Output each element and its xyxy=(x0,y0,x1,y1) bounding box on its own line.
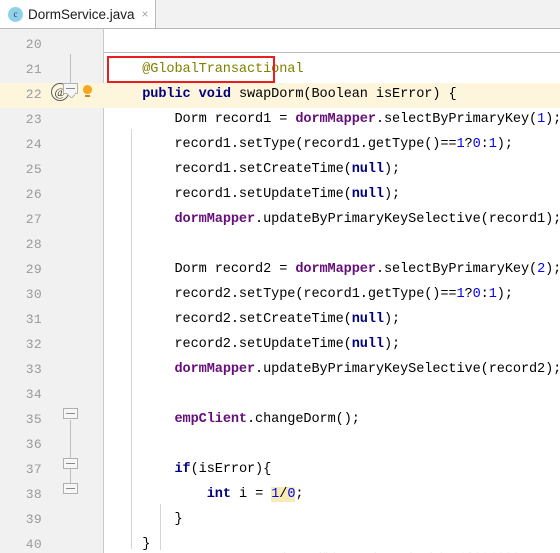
fold-region-line xyxy=(70,54,71,84)
line-number: 30 xyxy=(25,287,42,302)
code-line[interactable]: 31 record2.setCreateTime(null); xyxy=(0,308,560,333)
line-number: 21 xyxy=(25,62,42,77)
indent-guide xyxy=(131,129,132,549)
indent-guide xyxy=(160,504,161,550)
code-line[interactable]: 37 if(isError){ xyxy=(0,458,560,483)
annotation-highlight-box xyxy=(107,56,275,83)
code-line[interactable]: 34 xyxy=(0,383,560,408)
error-expression-highlight: 1/0 xyxy=(271,487,296,502)
line-number: 39 xyxy=(25,512,42,527)
line-number: 38 xyxy=(25,487,42,502)
editor-tab-bar: c DormService.java × xyxy=(0,0,560,29)
code-line[interactable]: 21 @GlobalTransactional xyxy=(0,58,560,83)
line-number: 33 xyxy=(25,362,42,377)
line-number: 28 xyxy=(25,237,42,252)
code-text: dormMapper.updateByPrimaryKeySelective(r… xyxy=(174,362,560,377)
code-text: record2.setUpdateTime(null); xyxy=(110,337,401,352)
line-number: 27 xyxy=(25,212,42,227)
fold-marker-block-39[interactable] xyxy=(63,458,78,473)
code-text: record2.setCreateTime(null); xyxy=(110,312,401,327)
line-number: 24 xyxy=(25,137,42,152)
line-number: 26 xyxy=(25,187,42,202)
code-line[interactable]: 38 int i = 1/0; xyxy=(0,483,560,508)
lightbulb-icon[interactable] xyxy=(83,85,92,97)
code-text: Dorm record1 = dormMapper.selectByPrimar… xyxy=(110,112,560,127)
code-line[interactable]: 32 record2.setUpdateTime(null); xyxy=(0,333,560,358)
code-editor[interactable]: 20 21 @GlobalTransactional 22 public void … xyxy=(0,29,560,553)
code-line[interactable]: 30 record2.setType(record1.getType()==1?… xyxy=(0,283,560,308)
code-line[interactable]: 26 record1.setUpdateTime(null); xyxy=(0,183,560,208)
line-number: 35 xyxy=(25,412,42,427)
code-line[interactable]: 29 Dorm record2 = dormMapper.selectByPri… xyxy=(0,258,560,283)
close-icon[interactable]: × xyxy=(142,8,149,20)
code-line[interactable]: 20 xyxy=(0,33,560,58)
fold-marker-method[interactable] xyxy=(63,83,78,98)
code-line[interactable]: 28 xyxy=(0,233,560,258)
code-line[interactable]: 25 record1.setCreateTime(null); xyxy=(0,158,560,183)
code-text: record1.setUpdateTime(null); xyxy=(110,187,401,202)
line-number: 34 xyxy=(25,387,42,402)
editor-tab-dormservice[interactable]: c DormService.java × xyxy=(0,0,156,28)
line-number: 36 xyxy=(25,437,42,452)
line-number: 31 xyxy=(25,312,42,327)
editor-tab-label: DormService.java xyxy=(28,6,135,22)
code-text: Dorm record2 = dormMapper.selectByPrimar… xyxy=(110,262,560,277)
code-text: int i = 1/0; xyxy=(206,487,304,502)
code-line[interactable]: 36 xyxy=(0,433,560,458)
code-text: record1.setCreateTime(null); xyxy=(110,162,401,177)
code-line[interactable]: 33 dormMapper.updateByPrimaryKeySelectiv… xyxy=(0,358,560,383)
line-number: 32 xyxy=(25,337,42,352)
line-number: 20 xyxy=(25,37,42,52)
line-number: 22 xyxy=(25,87,42,102)
code-text: public void swapDorm(Boolean isError) { xyxy=(142,87,457,102)
fold-region-line xyxy=(70,420,71,487)
code-line[interactable]: 24 record1.setType(record1.getType()==1?… xyxy=(0,133,560,158)
code-line[interactable]: 39 } xyxy=(0,508,560,533)
line-number: 23 xyxy=(25,112,42,127)
java-class-icon: c xyxy=(8,6,23,22)
line-number: 29 xyxy=(25,262,42,277)
code-line[interactable]: 27 dormMapper.updateByPrimaryKeySelectiv… xyxy=(0,208,560,233)
code-text: dormMapper.updateByPrimaryKeySelective(r… xyxy=(174,212,560,227)
line-number: 40 xyxy=(25,537,42,552)
code-line[interactable]: 35 empClient.changeDorm(); xyxy=(0,408,560,433)
method-separator xyxy=(104,52,560,53)
code-text: empClient.changeDorm(); xyxy=(174,412,360,427)
code-text: record2.setType(record1.getType()==1?0:1… xyxy=(110,287,513,302)
line-number: 37 xyxy=(25,462,42,477)
line-number: 25 xyxy=(25,162,42,177)
code-text: record1.setType(record1.getType()==1?0:1… xyxy=(110,137,513,152)
code-line[interactable]: 23 Dorm record1 = dormMapper.selectByPri… xyxy=(0,108,560,133)
code-text: } xyxy=(110,512,183,527)
code-text: if(isError){ xyxy=(174,462,272,477)
fold-marker-block-40[interactable] xyxy=(63,483,78,498)
